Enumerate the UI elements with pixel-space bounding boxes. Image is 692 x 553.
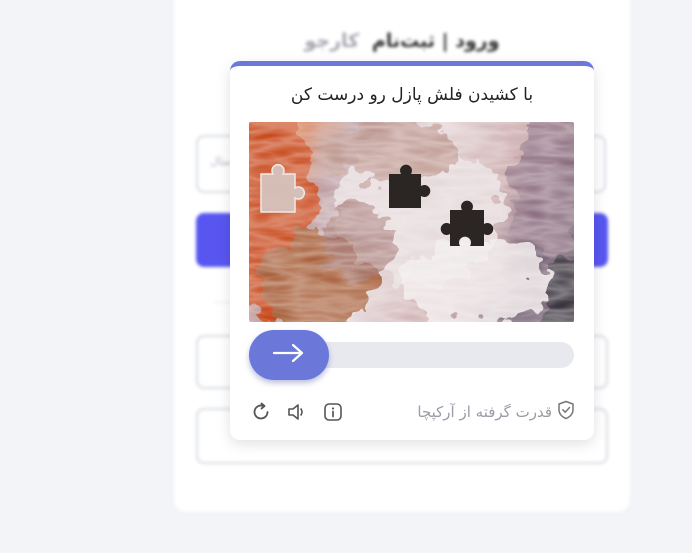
shield-check-icon [557,400,575,424]
powered-by[interactable]: قدرت گرفته از آرکپچا [417,400,575,424]
arrow-right-icon [272,342,306,368]
captcha-modal: با کشیدن فلش پازل رو درست کن قدرت گرفته … [230,61,594,440]
background-title-main: ورود | ثبت‌نام [371,30,500,52]
slider-handle[interactable] [249,330,329,380]
background-brand: کارجو [304,30,360,52]
speaker-icon[interactable] [285,400,309,424]
info-icon[interactable] [321,400,345,424]
powered-by-label: قدرت گرفته از آرکپچا [417,403,552,421]
puzzle-image [249,122,574,322]
captcha-footer: قدرت گرفته از آرکپچا [249,400,575,424]
background-input-placeholder: مثال [210,155,231,168]
refresh-icon[interactable] [249,400,273,424]
captcha-instruction: با کشیدن فلش پازل رو درست کن [290,85,534,105]
background-page-title: ورود | ثبت‌نام کارجو [174,30,630,52]
